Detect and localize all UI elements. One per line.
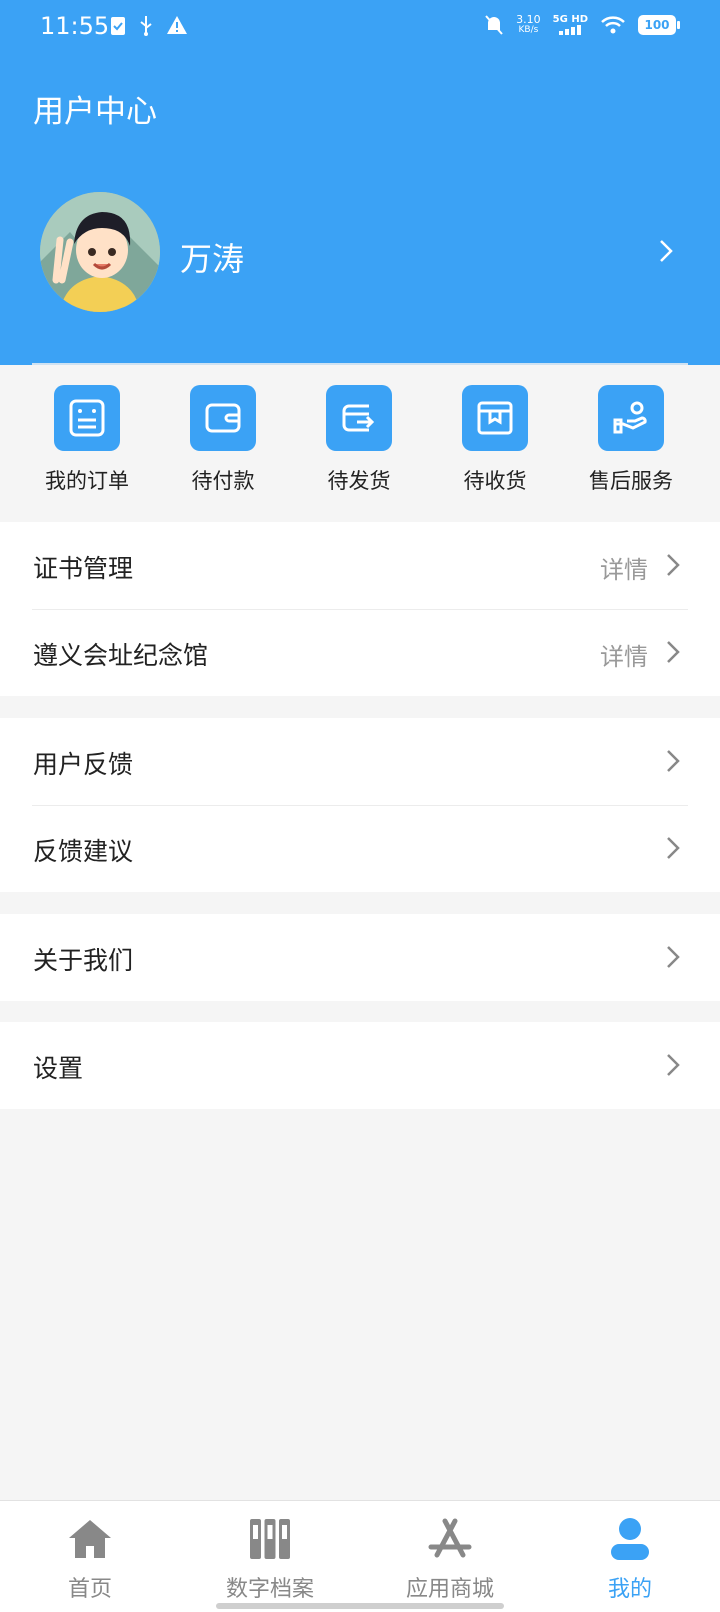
home-icon: [0, 1515, 180, 1563]
menu-item-settings[interactable]: 设置: [0, 1022, 720, 1109]
menu-item-suggestions[interactable]: 反馈建议: [0, 805, 720, 892]
status-bar: 11:55 3.10 KB/s 5G HD 100: [0, 0, 720, 56]
menu-group-about: 关于我们: [0, 914, 720, 1001]
home-indicator[interactable]: [216, 1603, 504, 1609]
wallet-icon: [190, 385, 256, 451]
clipboard-check-icon: [111, 17, 125, 35]
menu-group-settings: 设置: [0, 1022, 720, 1109]
order-shortcuts: 我的订单 待付款 待发货 待收货 售后服务: [0, 365, 720, 522]
profile-row[interactable]: 万涛: [0, 190, 720, 312]
chevron-right-icon: [667, 1054, 680, 1076]
after-sales-icon: [598, 385, 664, 451]
archive-icon: [180, 1515, 360, 1563]
shortcut-after-sales[interactable]: 售后服务: [571, 385, 691, 495]
chevron-right-icon[interactable]: [658, 238, 674, 264]
menu-group-feedback: 用户反馈 反馈建议: [0, 718, 720, 892]
package-icon: [462, 385, 528, 451]
order-list-icon: [54, 385, 120, 451]
chevron-right-icon: [667, 641, 680, 663]
avatar[interactable]: [40, 192, 160, 312]
tab-home[interactable]: 首页: [0, 1515, 180, 1603]
chevron-right-icon: [667, 946, 680, 968]
shortcut-my-orders[interactable]: 我的订单: [27, 385, 147, 495]
mute-bell-icon: [485, 15, 503, 35]
menu-group-records: 证书管理 详情 遵义会址纪念馆 详情: [0, 522, 720, 696]
page-title: 用户中心: [33, 94, 157, 130]
shipping-icon: [326, 385, 392, 451]
header-banner: 11:55 3.10 KB/s 5G HD 100 用户中心 万涛: [0, 0, 720, 365]
bottom-tab-bar: 首页 数字档案 应用商城 我的: [0, 1500, 720, 1612]
tab-app-store[interactable]: 应用商城: [360, 1515, 540, 1603]
chevron-right-icon: [667, 554, 680, 576]
wifi-icon: [601, 16, 625, 34]
shortcut-pending-shipment[interactable]: 待发货: [299, 385, 419, 495]
chevron-right-icon: [667, 837, 680, 859]
signal-icon: [559, 25, 582, 35]
menu-item-about-us[interactable]: 关于我们: [0, 914, 720, 1001]
tab-digital-archive[interactable]: 数字档案: [180, 1515, 360, 1603]
menu-item-certificates[interactable]: 证书管理 详情: [0, 522, 720, 609]
network-indicator: 5G HD: [553, 15, 588, 35]
shortcut-pending-payment[interactable]: 待付款: [163, 385, 283, 495]
detail-link[interactable]: 详情: [600, 550, 648, 585]
usb-icon: [140, 16, 152, 36]
user-name: 万涛: [180, 240, 245, 278]
tab-mine[interactable]: 我的: [540, 1515, 720, 1603]
warning-icon: [167, 16, 187, 34]
shortcut-pending-receipt[interactable]: 待收货: [435, 385, 555, 495]
chevron-right-icon: [667, 750, 680, 772]
detail-link[interactable]: 详情: [600, 637, 648, 672]
battery-icon: 100: [638, 15, 680, 35]
user-icon: [540, 1515, 720, 1563]
menu-item-user-feedback[interactable]: 用户反馈: [0, 718, 720, 805]
app-store-icon: [360, 1515, 540, 1563]
menu-item-memorial-hall[interactable]: 遵义会址纪念馆 详情: [0, 609, 720, 696]
status-time: 11:55: [40, 12, 110, 40]
net-speed: 3.10 KB/s: [516, 13, 541, 35]
